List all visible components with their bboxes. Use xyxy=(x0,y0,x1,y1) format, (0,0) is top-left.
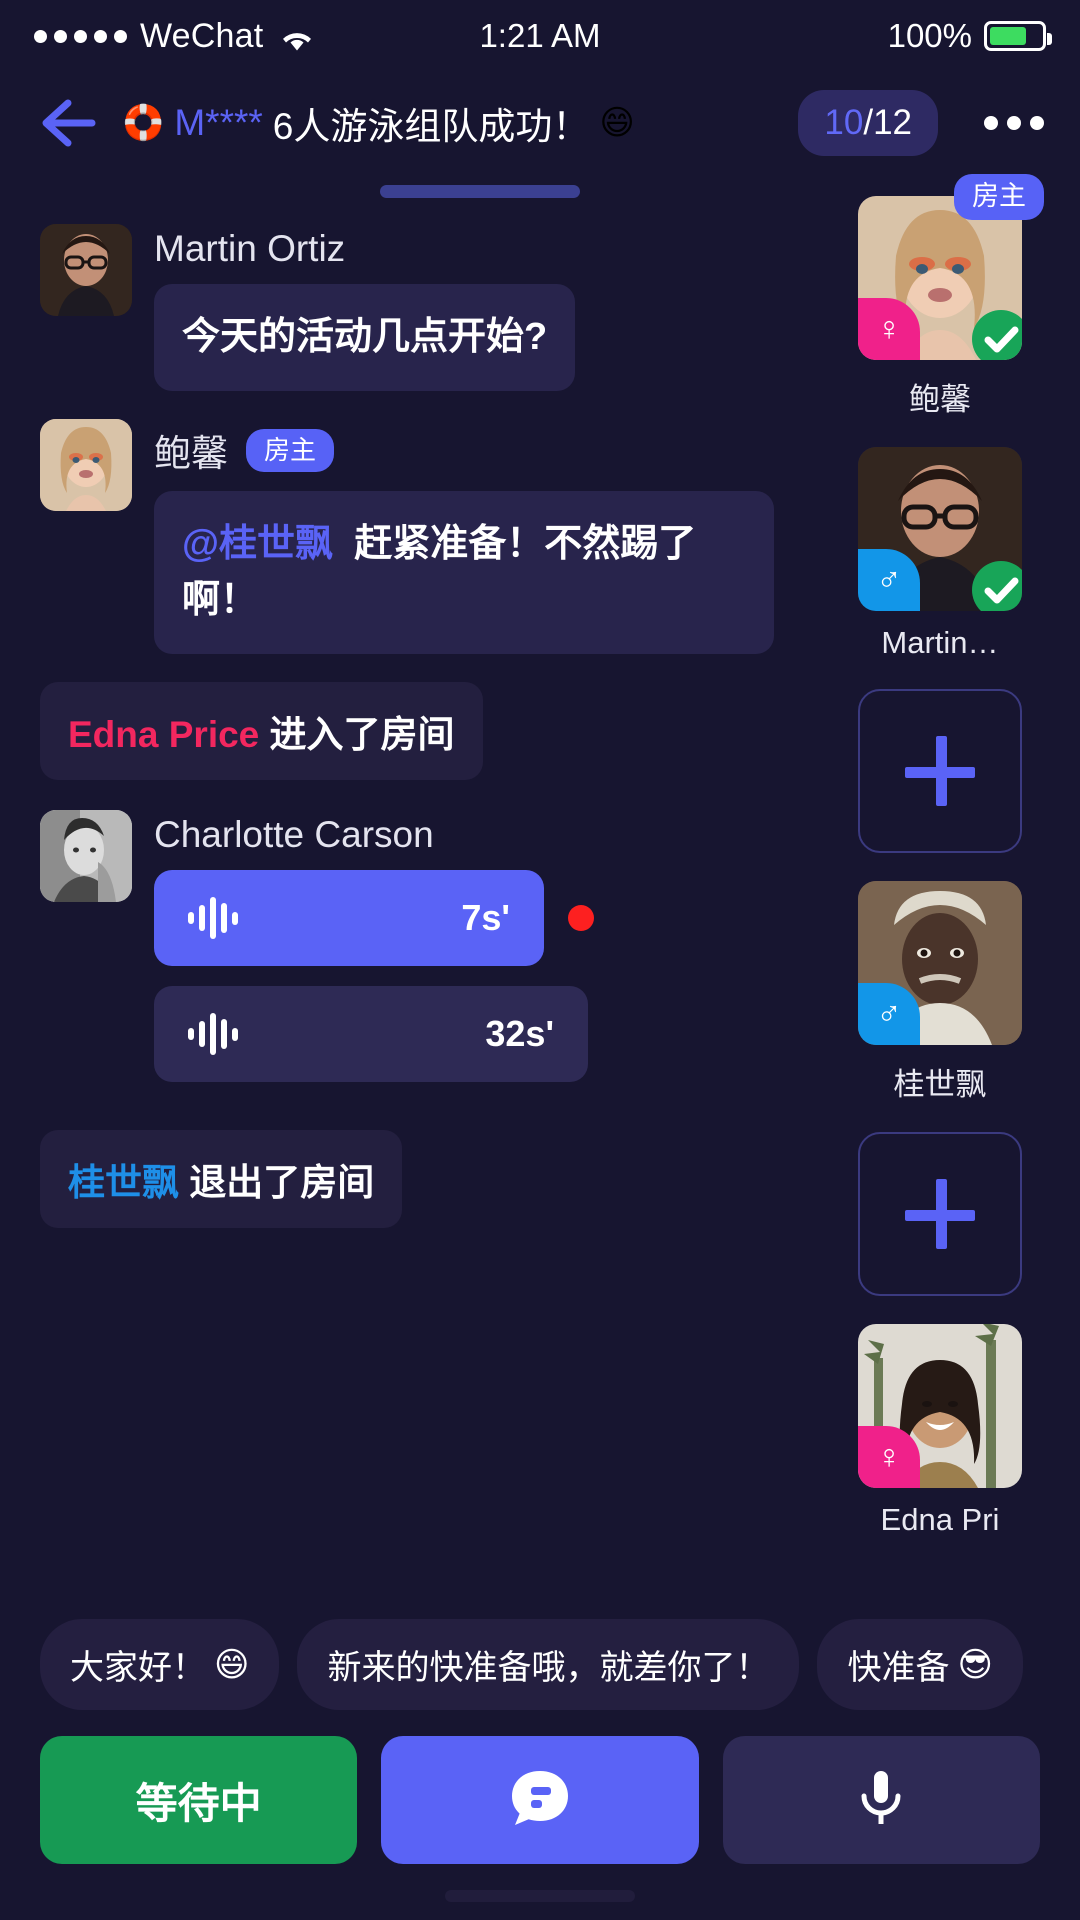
status-bar-right: 100% xyxy=(887,17,1052,55)
battery-percent-label: 100% xyxy=(887,17,972,54)
waiting-status-button[interactable]: 等待中 xyxy=(40,1736,358,1864)
quick-reply-chip[interactable]: 新来的快准备哦，就差你了！ xyxy=(297,1619,800,1710)
status-bar-left: WeChat xyxy=(34,17,314,56)
microphone-button[interactable] xyxy=(722,1736,1040,1864)
add-participant-slot[interactable] xyxy=(858,689,1022,853)
battery-icon xyxy=(984,21,1052,51)
participant-rail: ♀ 房主 鲍馨 ♂ Martin… ♂ 桂世飘 ♀ Edna Pri xyxy=(840,174,1080,1619)
seat-name: Edna Pri xyxy=(880,1502,1000,1537)
waveform-icon xyxy=(188,1013,238,1056)
signal-strength-icon xyxy=(34,29,127,43)
system-notice-text: 退出了房间 xyxy=(189,1162,375,1204)
life-ring-icon: 🛟 xyxy=(122,104,165,142)
quick-reply-chip[interactable]: 大家好！ 😄 xyxy=(40,1619,280,1710)
waveform-icon xyxy=(188,897,238,940)
back-arrow-icon[interactable] xyxy=(38,95,100,151)
wifi-icon xyxy=(280,23,314,51)
quick-reply-chip[interactable]: 快准备 😎 xyxy=(817,1619,1023,1710)
message-bubble[interactable]: 今天的活动几点开始? xyxy=(154,284,576,392)
scroll-indicator xyxy=(380,185,580,198)
chat-message-voice: Charlotte Carson 7s' 32s' xyxy=(40,810,840,1102)
message-sender-name: Martin Ortiz xyxy=(154,228,346,269)
member-count-badge[interactable]: 10 /12 xyxy=(798,90,938,156)
host-badge: 房主 xyxy=(246,429,335,472)
ready-check-icon xyxy=(972,561,1022,611)
unread-indicator-dot xyxy=(568,905,594,932)
participant-seat[interactable]: ♂ 桂世飘 xyxy=(858,881,1022,1104)
mention-tag[interactable]: @桂世飘 xyxy=(182,523,333,565)
voice-duration: 7s' xyxy=(461,897,510,939)
system-notice-text: 进入了房间 xyxy=(269,714,455,756)
quick-reply-text: 快准备 xyxy=(847,1649,950,1687)
home-indicator xyxy=(445,1890,635,1902)
room-title-main: 6人游泳组队成功！ xyxy=(272,106,590,147)
add-participant-slot[interactable] xyxy=(858,1132,1022,1296)
seat-host-badge: 房主 xyxy=(954,174,1044,220)
message-sender-name: 鲍馨 xyxy=(154,433,228,475)
action-bar: 等待中 xyxy=(0,1736,1080,1864)
voice-message-row: 7s' xyxy=(154,870,840,967)
grin-emoji-icon: 😄 xyxy=(214,1645,250,1684)
message-bubble[interactable]: @桂世飘 赶紧准备！不然踢了啊！ xyxy=(154,491,774,655)
room-body: Martin Ortiz 今天的活动几点开始? 鲍馨 房主 @桂世飘 赶紧准备！… xyxy=(0,174,1080,1619)
chat-message-list[interactable]: Martin Ortiz 今天的活动几点开始? 鲍馨 房主 @桂世飘 赶紧准备！… xyxy=(0,174,840,1619)
more-dots-icon[interactable] xyxy=(960,100,1050,146)
room-title: 🛟 M**** 6人游泳组队成功！ 😄 xyxy=(122,96,635,150)
message-sender-name: Charlotte Carson xyxy=(154,814,434,856)
carrier-label: WeChat xyxy=(140,16,264,55)
participant-seat[interactable]: ♂ Martin… xyxy=(858,447,1022,661)
participant-seat[interactable]: ♀ 房主 鲍馨 xyxy=(858,174,1044,419)
seat-avatar[interactable]: ♂ xyxy=(858,447,1022,611)
seat-avatar[interactable]: ♂ xyxy=(858,881,1022,1045)
sunglasses-emoji-icon: 😎 xyxy=(957,1645,993,1684)
participant-seat[interactable]: ♀ Edna Pri xyxy=(858,1324,1022,1538)
avatar[interactable] xyxy=(40,224,132,316)
room-title-prefix: M**** xyxy=(174,102,263,143)
system-notice-name: 桂世飘 xyxy=(68,1162,179,1204)
quick-reply-bar: 大家好！ 😄 新来的快准备哦，就差你了！ 快准备 😎 xyxy=(0,1619,1080,1710)
voice-message-bubble[interactable]: 7s' xyxy=(154,870,544,967)
plus-icon xyxy=(905,736,975,806)
voice-room-screen: WeChat 1:21 AM 100% 🛟 M**** 6人游泳组队成功！ 😄 … xyxy=(0,0,1080,1920)
seat-avatar[interactable]: ♀ xyxy=(858,196,1022,360)
chat-message: Martin Ortiz 今天的活动几点开始? xyxy=(40,224,840,392)
voice-message-bubble[interactable]: 32s' xyxy=(154,986,588,1083)
seat-avatar[interactable]: ♀ xyxy=(858,1324,1022,1488)
seat-name: Martin… xyxy=(881,625,999,660)
seat-name: 桂世飘 xyxy=(893,1067,987,1102)
room-header: 🛟 M**** 6人游泳组队成功！ 😄 10 /12 xyxy=(0,72,1080,174)
avatar[interactable] xyxy=(40,810,132,903)
seat-name: 鲍馨 xyxy=(909,382,971,417)
system-notice-name: Edna Price xyxy=(68,714,260,756)
grin-emoji-icon: 😄 xyxy=(599,104,635,142)
member-count-total: /12 xyxy=(863,103,912,142)
plus-icon xyxy=(905,1179,975,1249)
microphone-icon xyxy=(846,1763,916,1838)
avatar[interactable] xyxy=(40,419,132,512)
voice-duration: 32s' xyxy=(485,1013,554,1055)
quick-reply-text: 大家好！ xyxy=(70,1649,206,1687)
member-count-current: 10 xyxy=(824,103,864,142)
ready-check-icon xyxy=(972,310,1022,360)
voice-message-row: 32s' xyxy=(154,986,840,1083)
chat-bubble-icon xyxy=(505,1763,575,1838)
system-notice-join: Edna Price 进入了房间 xyxy=(40,682,483,781)
chat-message: 鲍馨 房主 @桂世飘 赶紧准备！不然踢了啊！ xyxy=(40,419,840,655)
status-bar: WeChat 1:21 AM 100% xyxy=(0,0,1080,72)
quick-reply-text: 新来的快准备哦，就差你了！ xyxy=(327,1649,770,1687)
system-notice-leave: 桂世飘 退出了房间 xyxy=(40,1130,403,1229)
open-chat-button[interactable] xyxy=(381,1736,699,1864)
